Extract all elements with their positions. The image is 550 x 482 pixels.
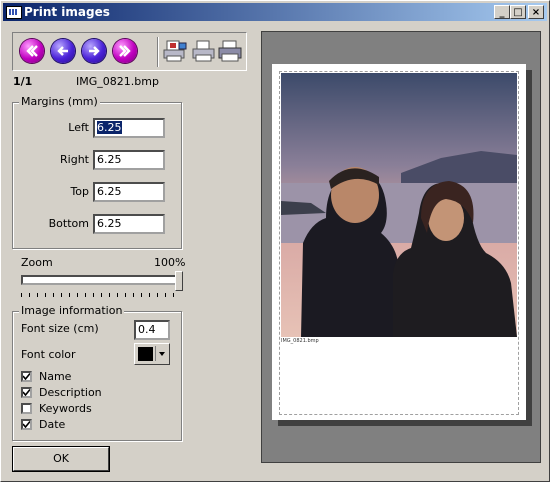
zoom-slider-thumb[interactable] (175, 271, 183, 291)
name-checkbox-label: Name (39, 370, 72, 383)
chevron-down-icon (155, 346, 168, 361)
next-button[interactable] (82, 39, 106, 63)
bottom-margin-label: Bottom (48, 217, 89, 230)
image-information-legend: Image information (19, 304, 125, 317)
zoom-slider-track[interactable] (21, 275, 179, 285)
zoom-value: 100% (154, 256, 186, 269)
font-color-label: Font color (21, 348, 76, 361)
top-margin-label: Top (70, 185, 89, 198)
left-margin-label: Left (68, 121, 89, 134)
left-margin-input[interactable]: 6.25 (93, 118, 165, 138)
print-images-dialog: Print images _ □ × 1/1 IMG_0821.bmp Marg… (0, 0, 550, 482)
double-arrow-right-icon (119, 45, 131, 57)
double-arrow-left-icon (26, 45, 38, 57)
description-checkbox-label: Description (39, 386, 102, 399)
margins-legend: Margins (mm) (19, 95, 100, 108)
zoom-slider-ticks (21, 293, 181, 297)
first-button[interactable] (20, 39, 44, 63)
preview-photo (281, 73, 517, 337)
font-size-input[interactable]: 0.4 (134, 320, 170, 340)
date-checkbox-label: Date (39, 418, 66, 431)
ok-button[interactable]: OK (13, 447, 109, 471)
print-icon[interactable] (217, 39, 243, 63)
preview-page: IMG_0821.bmp (272, 64, 526, 420)
toolbar-separator (157, 37, 159, 67)
top-margin-input[interactable]: 6.25 (93, 182, 165, 202)
maximize-button[interactable]: □ (510, 5, 526, 19)
printer-icon[interactable] (191, 39, 217, 63)
checkmark-icon (23, 421, 30, 428)
last-button[interactable] (113, 39, 137, 63)
arrow-left-icon (57, 46, 68, 56)
print-preview-area: IMG_0821.bmp (261, 31, 541, 463)
font-size-label: Font size (cm) (21, 322, 99, 335)
window-title: Print images (24, 5, 110, 19)
keywords-checkbox[interactable] (21, 403, 32, 414)
zoom-label: Zoom (21, 256, 53, 269)
preview-caption: IMG_0821.bmp (281, 338, 319, 344)
toolbar (12, 32, 247, 71)
name-checkbox[interactable] (21, 371, 32, 382)
close-button[interactable]: × (528, 5, 544, 19)
image-filename: IMG_0821.bmp (76, 75, 159, 88)
minimize-button[interactable]: _ (494, 5, 510, 19)
description-checkbox[interactable] (21, 387, 32, 398)
bottom-margin-input[interactable]: 6.25 (93, 214, 165, 234)
right-margin-input[interactable]: 6.25 (93, 150, 165, 170)
app-icon (6, 6, 22, 19)
date-checkbox[interactable] (21, 419, 32, 430)
arrow-right-icon (89, 46, 100, 56)
image-counter: 1/1 (13, 75, 33, 88)
checkmark-icon (23, 373, 30, 380)
title-bar[interactable]: Print images _ □ × (3, 3, 547, 21)
font-color-swatch (138, 347, 153, 361)
previous-button[interactable] (51, 39, 75, 63)
checkmark-icon (23, 389, 30, 396)
print-setup-icon[interactable] (162, 39, 188, 63)
font-color-picker[interactable] (134, 343, 170, 365)
keywords-checkbox-label: Keywords (39, 402, 92, 415)
right-margin-label: Right (60, 153, 89, 166)
